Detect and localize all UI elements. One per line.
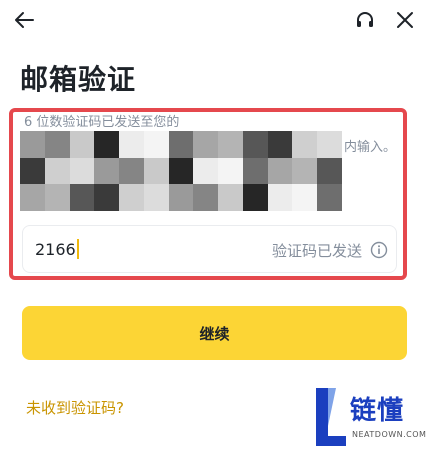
resend-code-link[interactable]: 未收到验证码? <box>26 397 124 418</box>
continue-button[interactable]: 继续 <box>22 306 407 360</box>
watermark-logo: 链懂 NEATDOWN.COM <box>314 384 426 450</box>
customer-support-button[interactable] <box>351 6 379 34</box>
arrow-left-icon <box>15 12 34 28</box>
headset-icon <box>357 12 373 27</box>
close-button[interactable] <box>391 6 419 34</box>
close-icon <box>397 12 413 28</box>
page-title: 邮箱验证 <box>20 63 137 96</box>
top-bar <box>0 0 426 40</box>
watermark-domain: NEATDOWN.COM <box>352 430 426 439</box>
watermark-l-icon <box>316 388 346 446</box>
back-button[interactable] <box>10 6 38 34</box>
highlight-frame <box>9 108 407 280</box>
watermark-brand: 链懂 <box>350 396 405 426</box>
